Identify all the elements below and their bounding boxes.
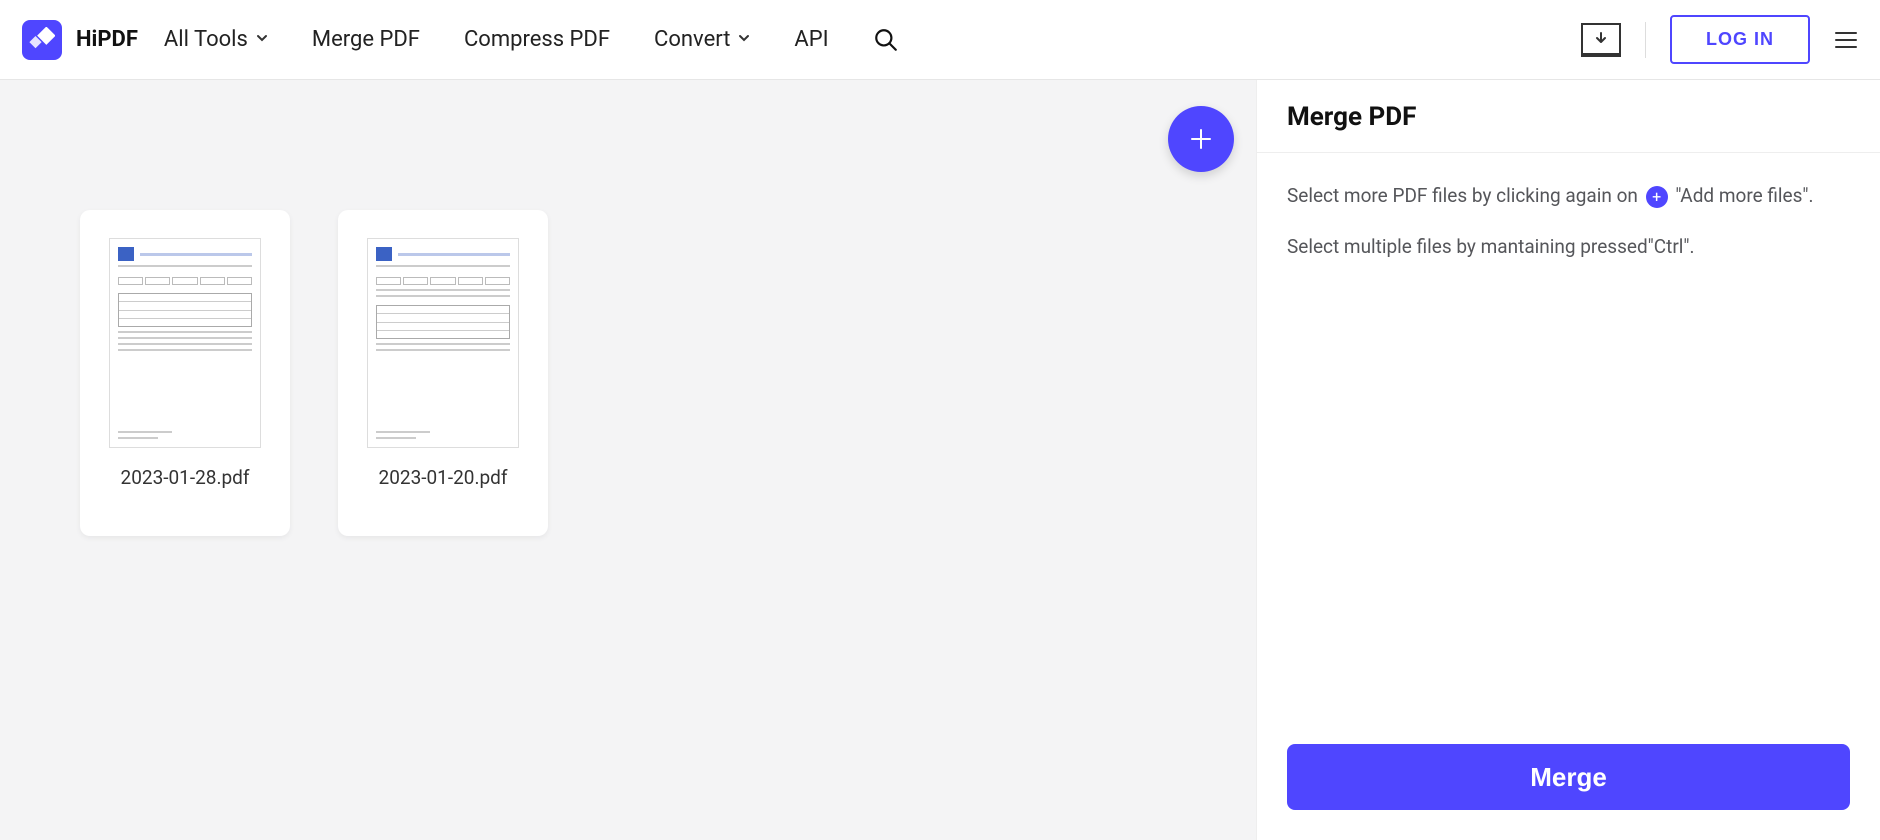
sidebar-title: Merge PDF — [1257, 80, 1880, 153]
download-app-button[interactable] — [1581, 23, 1621, 57]
search-button[interactable] — [873, 27, 899, 53]
nav-merge-pdf[interactable]: Merge PDF — [312, 27, 420, 52]
header-right: LOG IN — [1581, 15, 1858, 64]
file-card[interactable]: 2023-01-20.pdf — [338, 210, 548, 536]
nav-all-tools-label: All Tools — [164, 27, 248, 52]
main-nav: All Tools Merge PDF Compress PDF Convert… — [164, 27, 829, 52]
divider — [1645, 22, 1646, 58]
file-name: 2023-01-28.pdf — [121, 466, 250, 489]
login-button[interactable]: LOG IN — [1670, 15, 1810, 64]
sidebar-body: Select more PDF files by clicking again … — [1257, 153, 1880, 744]
file-name: 2023-01-20.pdf — [379, 466, 508, 489]
file-card[interactable]: 2023-01-28.pdf — [80, 210, 290, 536]
nav-api-label: API — [794, 27, 828, 52]
chevron-down-icon — [738, 32, 750, 48]
header: HiPDF All Tools Merge PDF Compress PDF C… — [0, 0, 1880, 80]
nav-all-tools[interactable]: All Tools — [164, 27, 268, 52]
nav-convert-label: Convert — [654, 27, 730, 52]
inline-plus-icon: + — [1646, 186, 1668, 208]
menu-button[interactable] — [1834, 30, 1858, 50]
brand-logo[interactable] — [22, 20, 62, 60]
search-icon — [873, 27, 899, 53]
download-icon — [1593, 31, 1609, 47]
main: 2023-01-28.pdf 2023-01-20.pdf Merge PDF … — [0, 80, 1880, 840]
logo-icon — [29, 27, 55, 53]
nav-merge-pdf-label: Merge PDF — [312, 27, 420, 52]
sidebar-instruction-2: Select multiple files by mantaining pres… — [1287, 232, 1850, 261]
file-thumbnail — [367, 238, 519, 448]
brand-name[interactable]: HiPDF — [76, 27, 138, 52]
add-files-button[interactable] — [1168, 106, 1234, 172]
plus-icon — [1186, 124, 1216, 154]
sidebar: Merge PDF Select more PDF files by click… — [1256, 80, 1880, 840]
nav-compress-pdf-label: Compress PDF — [464, 27, 610, 52]
hamburger-icon — [1834, 30, 1858, 50]
file-thumbnail — [109, 238, 261, 448]
chevron-down-icon — [256, 32, 268, 48]
nav-api[interactable]: API — [794, 27, 828, 52]
nav-convert[interactable]: Convert — [654, 27, 750, 52]
workspace[interactable]: 2023-01-28.pdf 2023-01-20.pdf — [0, 80, 1256, 840]
merge-button[interactable]: Merge — [1287, 744, 1850, 810]
sidebar-instruction-1: Select more PDF files by clicking again … — [1287, 181, 1850, 210]
nav-compress-pdf[interactable]: Compress PDF — [464, 27, 610, 52]
